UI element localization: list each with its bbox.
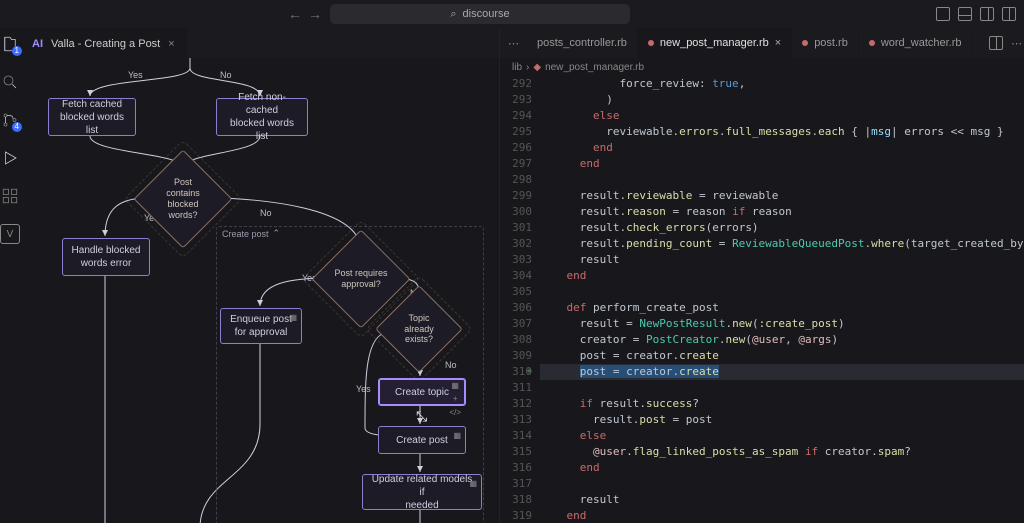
split-editor-icon[interactable] — [989, 36, 1003, 50]
explorer-badge: 1 — [12, 46, 22, 56]
tab-new-post-manager[interactable]: new_post_manager.rb × — [638, 28, 792, 58]
flow-tab-prefix: AI — [32, 38, 43, 50]
search-icon: ⌕ — [450, 8, 456, 21]
node-update-related[interactable]: Update related models if needed ▦ — [362, 474, 482, 510]
node-add-icon[interactable]: + — [449, 394, 461, 404]
ruby-file-icon: ◆ — [533, 62, 541, 73]
code-content[interactable]: force_review: true, ) else reviewable.er… — [540, 76, 1024, 523]
edge-label-no: No — [220, 70, 232, 80]
node-create-topic[interactable]: Create topic ▦ + </> — [378, 378, 466, 406]
decision-topic-exists[interactable]: Topic already exists? — [388, 298, 450, 360]
node-handle-error[interactable]: Handle blocked words error — [62, 238, 150, 276]
explorer-icon[interactable]: 1 — [0, 34, 20, 54]
node-menu-icon[interactable]: ▦ — [469, 479, 477, 489]
gutter: 2922932942952962972982993003013023033043… — [500, 76, 540, 523]
tab-label: word_watcher.rb — [881, 37, 962, 49]
flow-tab-title: Valla - Creating a Post — [51, 38, 160, 50]
command-center-search[interactable]: ⌕ discourse — [330, 4, 630, 24]
chevron-right-icon: › — [526, 62, 529, 73]
breadcrumb[interactable]: lib › ◆ new_post_manager.rb — [500, 58, 1024, 76]
search-placeholder: discourse — [463, 8, 510, 20]
editor-tabs: ⋯ posts_controller.rb new_post_manager.r… — [500, 28, 1024, 58]
edge-label-yes: Yes — [128, 70, 143, 80]
scm-icon[interactable]: 4 — [0, 110, 20, 130]
nav-back-icon[interactable]: ← — [288, 6, 302, 22]
edge-label-no: No — [260, 208, 272, 218]
valla-icon[interactable]: V — [0, 224, 20, 244]
node-fetch-cached[interactable]: Fetch cached blocked words list — [48, 98, 136, 136]
flow-canvas[interactable]: Yes No Yes No Yes No No Yes Fetch cached… — [20, 58, 499, 523]
node-menu-icon[interactable]: ▦ — [449, 381, 461, 391]
toggle-primary-sidebar-icon[interactable] — [936, 7, 950, 21]
tab-overflow-icon[interactable]: ⋯ — [500, 37, 527, 50]
tab-word-watcher[interactable]: word_watcher.rb — [859, 28, 973, 58]
flow-tabs: AI Valla - Creating a Post × — [20, 28, 499, 58]
flow-tab-creating-post[interactable]: AI Valla - Creating a Post × — [20, 28, 187, 58]
tab-close-icon[interactable]: × — [775, 37, 781, 49]
toggle-panel-icon[interactable] — [958, 7, 972, 21]
toggle-secondary-sidebar-icon[interactable] — [980, 7, 994, 21]
chevron-up-icon: ⌃ — [273, 228, 281, 239]
node-fetch-noncached[interactable]: Fetch non-cached blocked words list — [216, 98, 308, 136]
dirty-dot-icon — [869, 40, 875, 46]
editor-panel: ⋯ posts_controller.rb new_post_manager.r… — [500, 28, 1024, 523]
flow-tab-close-icon[interactable]: × — [168, 38, 174, 50]
node-menu-icon[interactable]: ▦ — [289, 313, 297, 323]
editor-more-icon[interactable]: ⋯ — [1011, 37, 1022, 50]
search-activity-icon[interactable] — [0, 72, 20, 92]
run-debug-icon[interactable] — [0, 148, 20, 168]
flow-panel: AI Valla - Creating a Post × — [20, 28, 500, 523]
tab-post-rb[interactable]: post.rb — [792, 28, 859, 58]
cursor-icon: ⤡ — [416, 408, 427, 425]
node-create-post[interactable]: Create post ▦ — [378, 426, 466, 454]
node-menu-icon[interactable]: ▦ — [453, 431, 461, 441]
nav-forward-icon[interactable]: → — [308, 6, 322, 22]
group-title[interactable]: Create post ⌃ — [222, 228, 280, 239]
decision-requires-approval[interactable]: Post requires approval? — [326, 244, 396, 314]
title-bar: ← → ⌕ discourse — [0, 0, 1024, 28]
tab-label: post.rb — [814, 37, 848, 49]
node-enqueue[interactable]: Enqueue post for approval ▦ — [220, 308, 302, 344]
decision-contains-blocked[interactable]: Post contains blocked words? — [148, 164, 218, 234]
dirty-dot-icon — [648, 40, 654, 46]
layout-controls — [936, 7, 1016, 21]
dirty-dot-icon — [802, 40, 808, 46]
customize-layout-icon[interactable] — [1002, 7, 1016, 21]
code-editor[interactable]: 2922932942952962972982993003013023033043… — [500, 76, 1024, 523]
tab-label: posts_controller.rb — [537, 37, 627, 49]
node-code-icon[interactable]: </> — [449, 408, 461, 418]
tab-label: new_post_manager.rb — [660, 37, 769, 49]
activity-bar: 1 4 V — [0, 28, 20, 523]
tab-posts-controller[interactable]: posts_controller.rb — [527, 28, 638, 58]
extensions-icon[interactable] — [0, 186, 20, 206]
